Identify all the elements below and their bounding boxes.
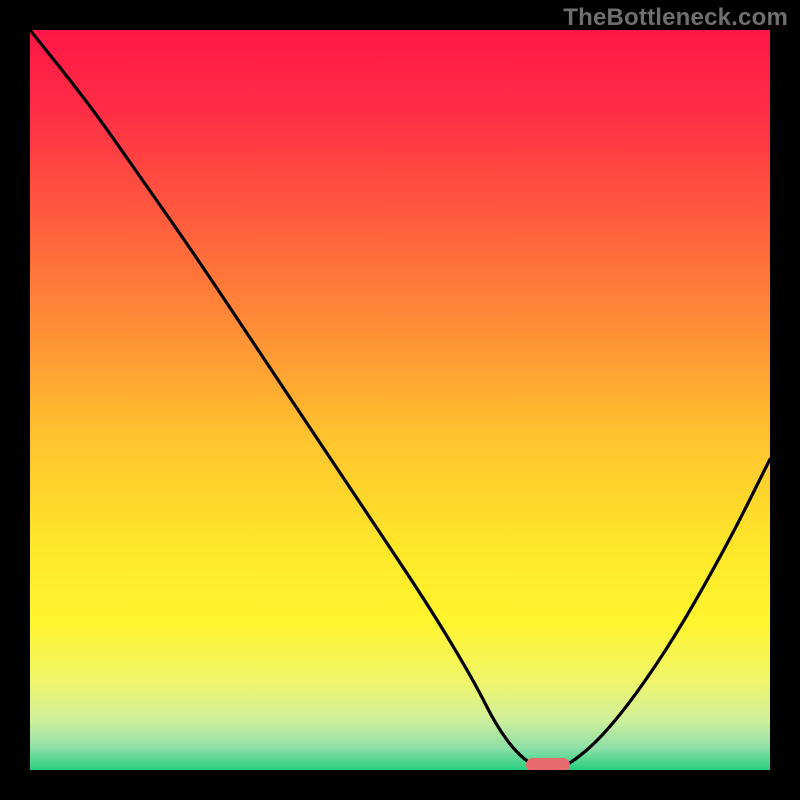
bottleneck-curve: [30, 30, 770, 770]
plot-area: [30, 30, 770, 770]
attribution-label: TheBottleneck.com: [563, 4, 788, 32]
chart-frame: TheBottleneck.com: [0, 0, 800, 800]
optimal-marker: [526, 758, 570, 770]
